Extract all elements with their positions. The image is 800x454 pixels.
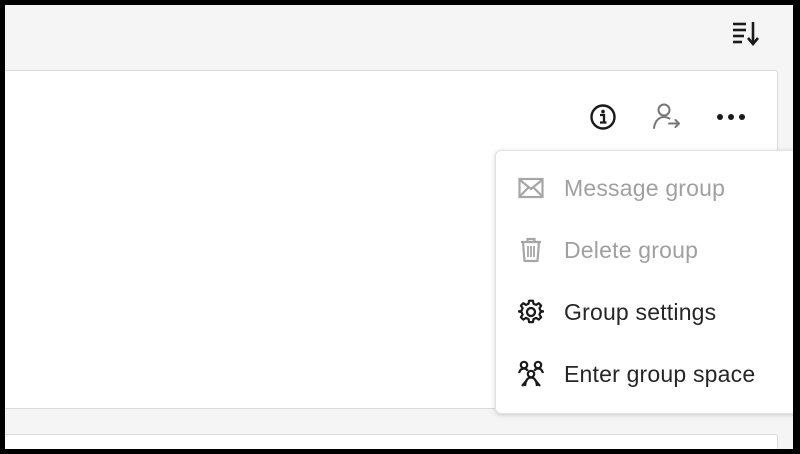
sort-descending-icon xyxy=(733,22,759,47)
menu-item-delete-group[interactable]: Delete group xyxy=(496,219,793,281)
gear-icon xyxy=(518,299,544,325)
trash-icon xyxy=(518,237,544,263)
menu-item-label: Group settings xyxy=(564,298,717,325)
sort-button[interactable] xyxy=(729,17,761,49)
more-options-button[interactable] xyxy=(713,99,749,135)
menu-item-label: Delete group xyxy=(564,236,699,263)
group-space-icon xyxy=(518,360,544,387)
menu-item-label: Enter group space xyxy=(564,360,756,387)
more-horizontal-icon xyxy=(717,114,745,120)
envelope-icon xyxy=(518,175,544,201)
app-frame: Message group Delete group Group setting… xyxy=(5,5,793,449)
menu-item-group-settings[interactable]: Group settings xyxy=(496,281,793,343)
group-card-next xyxy=(5,434,778,449)
group-options-menu: Message group Delete group Group setting… xyxy=(495,150,793,414)
menu-item-label: Message group xyxy=(564,174,726,201)
info-button[interactable] xyxy=(585,99,621,135)
menu-item-enter-group-space[interactable]: Enter group space xyxy=(496,343,793,405)
transfer-user-button[interactable] xyxy=(649,99,685,135)
user-transfer-icon xyxy=(653,103,680,129)
info-icon xyxy=(590,104,616,130)
menu-item-message-group[interactable]: Message group xyxy=(496,157,793,219)
